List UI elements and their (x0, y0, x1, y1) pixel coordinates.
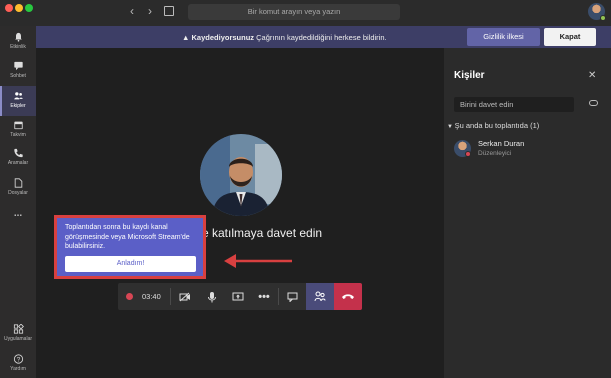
rail-item-chat[interactable]: Sohbet (0, 61, 36, 85)
recording-status: Kaydediyorsunuz (191, 33, 255, 42)
rail-item-activity[interactable]: Etkinlik (0, 32, 36, 56)
mic-toggle-button[interactable] (199, 283, 225, 310)
close-icon[interactable]: ✕ (588, 70, 596, 81)
files-icon (14, 178, 22, 188)
bell-icon (14, 32, 22, 42)
window-maximize-button[interactable] (25, 4, 33, 12)
participant-name[interactable]: Serkan Duran (478, 139, 524, 148)
info-icon: ▲ (182, 33, 192, 42)
rail-item-files[interactable]: Dosyalar (0, 178, 36, 202)
rail-item-calls[interactable]: Aramalar (0, 148, 36, 172)
dismiss-banner-button[interactable]: Kapat (544, 28, 596, 46)
invite-prompt: e katılmaya davet edin (202, 226, 323, 240)
rail-label: Aramalar (7, 160, 29, 166)
in-meeting-section-header[interactable]: ▼ Şu anda bu toplantıda (1) (447, 121, 539, 130)
command-search-input[interactable]: Bir komut arayın veya yazın (188, 4, 400, 20)
tooltip-message: Toplantıdan sonra bu kaydı kanal görüşme… (65, 224, 190, 250)
share-screen-button[interactable] (225, 283, 251, 310)
rail-label: Sohbet (10, 73, 26, 79)
got-it-button[interactable]: Anladım! (65, 256, 196, 272)
presence-available-icon (600, 15, 606, 21)
participants-button[interactable] (306, 283, 334, 310)
rail-more-button[interactable]: ... (0, 208, 36, 224)
rail-label: Yardım (10, 366, 26, 372)
rail-label: Dosyalar (8, 190, 28, 196)
svg-text:?: ? (16, 357, 20, 364)
chevron-down-icon: ▼ (447, 124, 455, 130)
microphone-icon (208, 291, 216, 302)
camera-toggle-button[interactable] (171, 283, 199, 310)
people-icon (314, 291, 326, 302)
presence-busy-icon (465, 151, 471, 157)
annotation-arrow (224, 254, 292, 268)
rail-item-help[interactable]: ? Yardım (0, 354, 36, 378)
window-minimize-button[interactable] (15, 4, 23, 12)
apps-icon (13, 324, 24, 334)
title-bar: ‹ › Bir komut arayın veya yazın (0, 0, 611, 26)
recording-tooltip: Toplantıdan sonra bu kaydı kanal görüşme… (54, 215, 206, 279)
hang-up-button[interactable] (334, 283, 362, 310)
panel-title: Kişiler (454, 70, 485, 81)
app-rail: Etkinlik Sohbet Ekipler Takvim Aramalar … (0, 26, 36, 378)
more-icon: ... (13, 208, 23, 219)
call-control-bar: 03:40 ••• (118, 283, 362, 310)
privacy-policy-button[interactable]: Gizlilik ilkesi (467, 28, 540, 46)
back-arrow-icon[interactable]: ‹ (130, 5, 134, 17)
participant-photo (200, 134, 282, 216)
rail-label: Ekipler (10, 103, 26, 109)
window-close-button[interactable] (5, 4, 13, 12)
rail-item-teams[interactable]: Ekipler (0, 86, 36, 116)
participant-role: Düzenleyici (478, 150, 512, 157)
call-timer: 03:40 (142, 292, 161, 301)
camera-off-icon (179, 292, 190, 301)
participant-portrait (200, 134, 282, 216)
rail-label: Takvim (10, 132, 26, 138)
rail-item-apps[interactable]: Uygulamalar (0, 324, 36, 348)
help-icon: ? (13, 354, 23, 364)
chat-icon (13, 61, 23, 71)
hang-up-icon (342, 294, 354, 299)
recording-note: Çağrının kaydedildiğini herkese bildirin… (254, 33, 387, 42)
chat-toggle-button[interactable] (279, 283, 306, 310)
forward-arrow-icon[interactable]: › (148, 5, 152, 17)
chat-icon (287, 292, 298, 302)
invite-someone-input[interactable]: Birini davet edin (454, 97, 574, 112)
rail-item-calendar[interactable]: Takvim (0, 120, 36, 144)
share-invite-link-icon[interactable] (589, 100, 598, 106)
recording-message: ▲ Kaydediyorsunuz Çağrının kaydedildiğin… (182, 33, 387, 42)
share-screen-icon (232, 292, 244, 300)
rail-label: Uygulamalar (3, 336, 33, 342)
rail-label: Etkinlik (10, 44, 26, 50)
recording-indicator-icon (126, 293, 133, 300)
phone-icon (13, 148, 23, 158)
people-panel: Kişiler ✕ Birini davet edin ▼ Şu anda bu… (444, 48, 611, 378)
new-chat-icon[interactable] (164, 6, 174, 16)
more-actions-button[interactable]: ••• (251, 283, 277, 310)
more-icon: ••• (258, 290, 270, 303)
teams-icon (13, 92, 23, 100)
section-label: Şu anda bu toplantıda (1) (454, 121, 540, 130)
calendar-icon (13, 121, 23, 130)
